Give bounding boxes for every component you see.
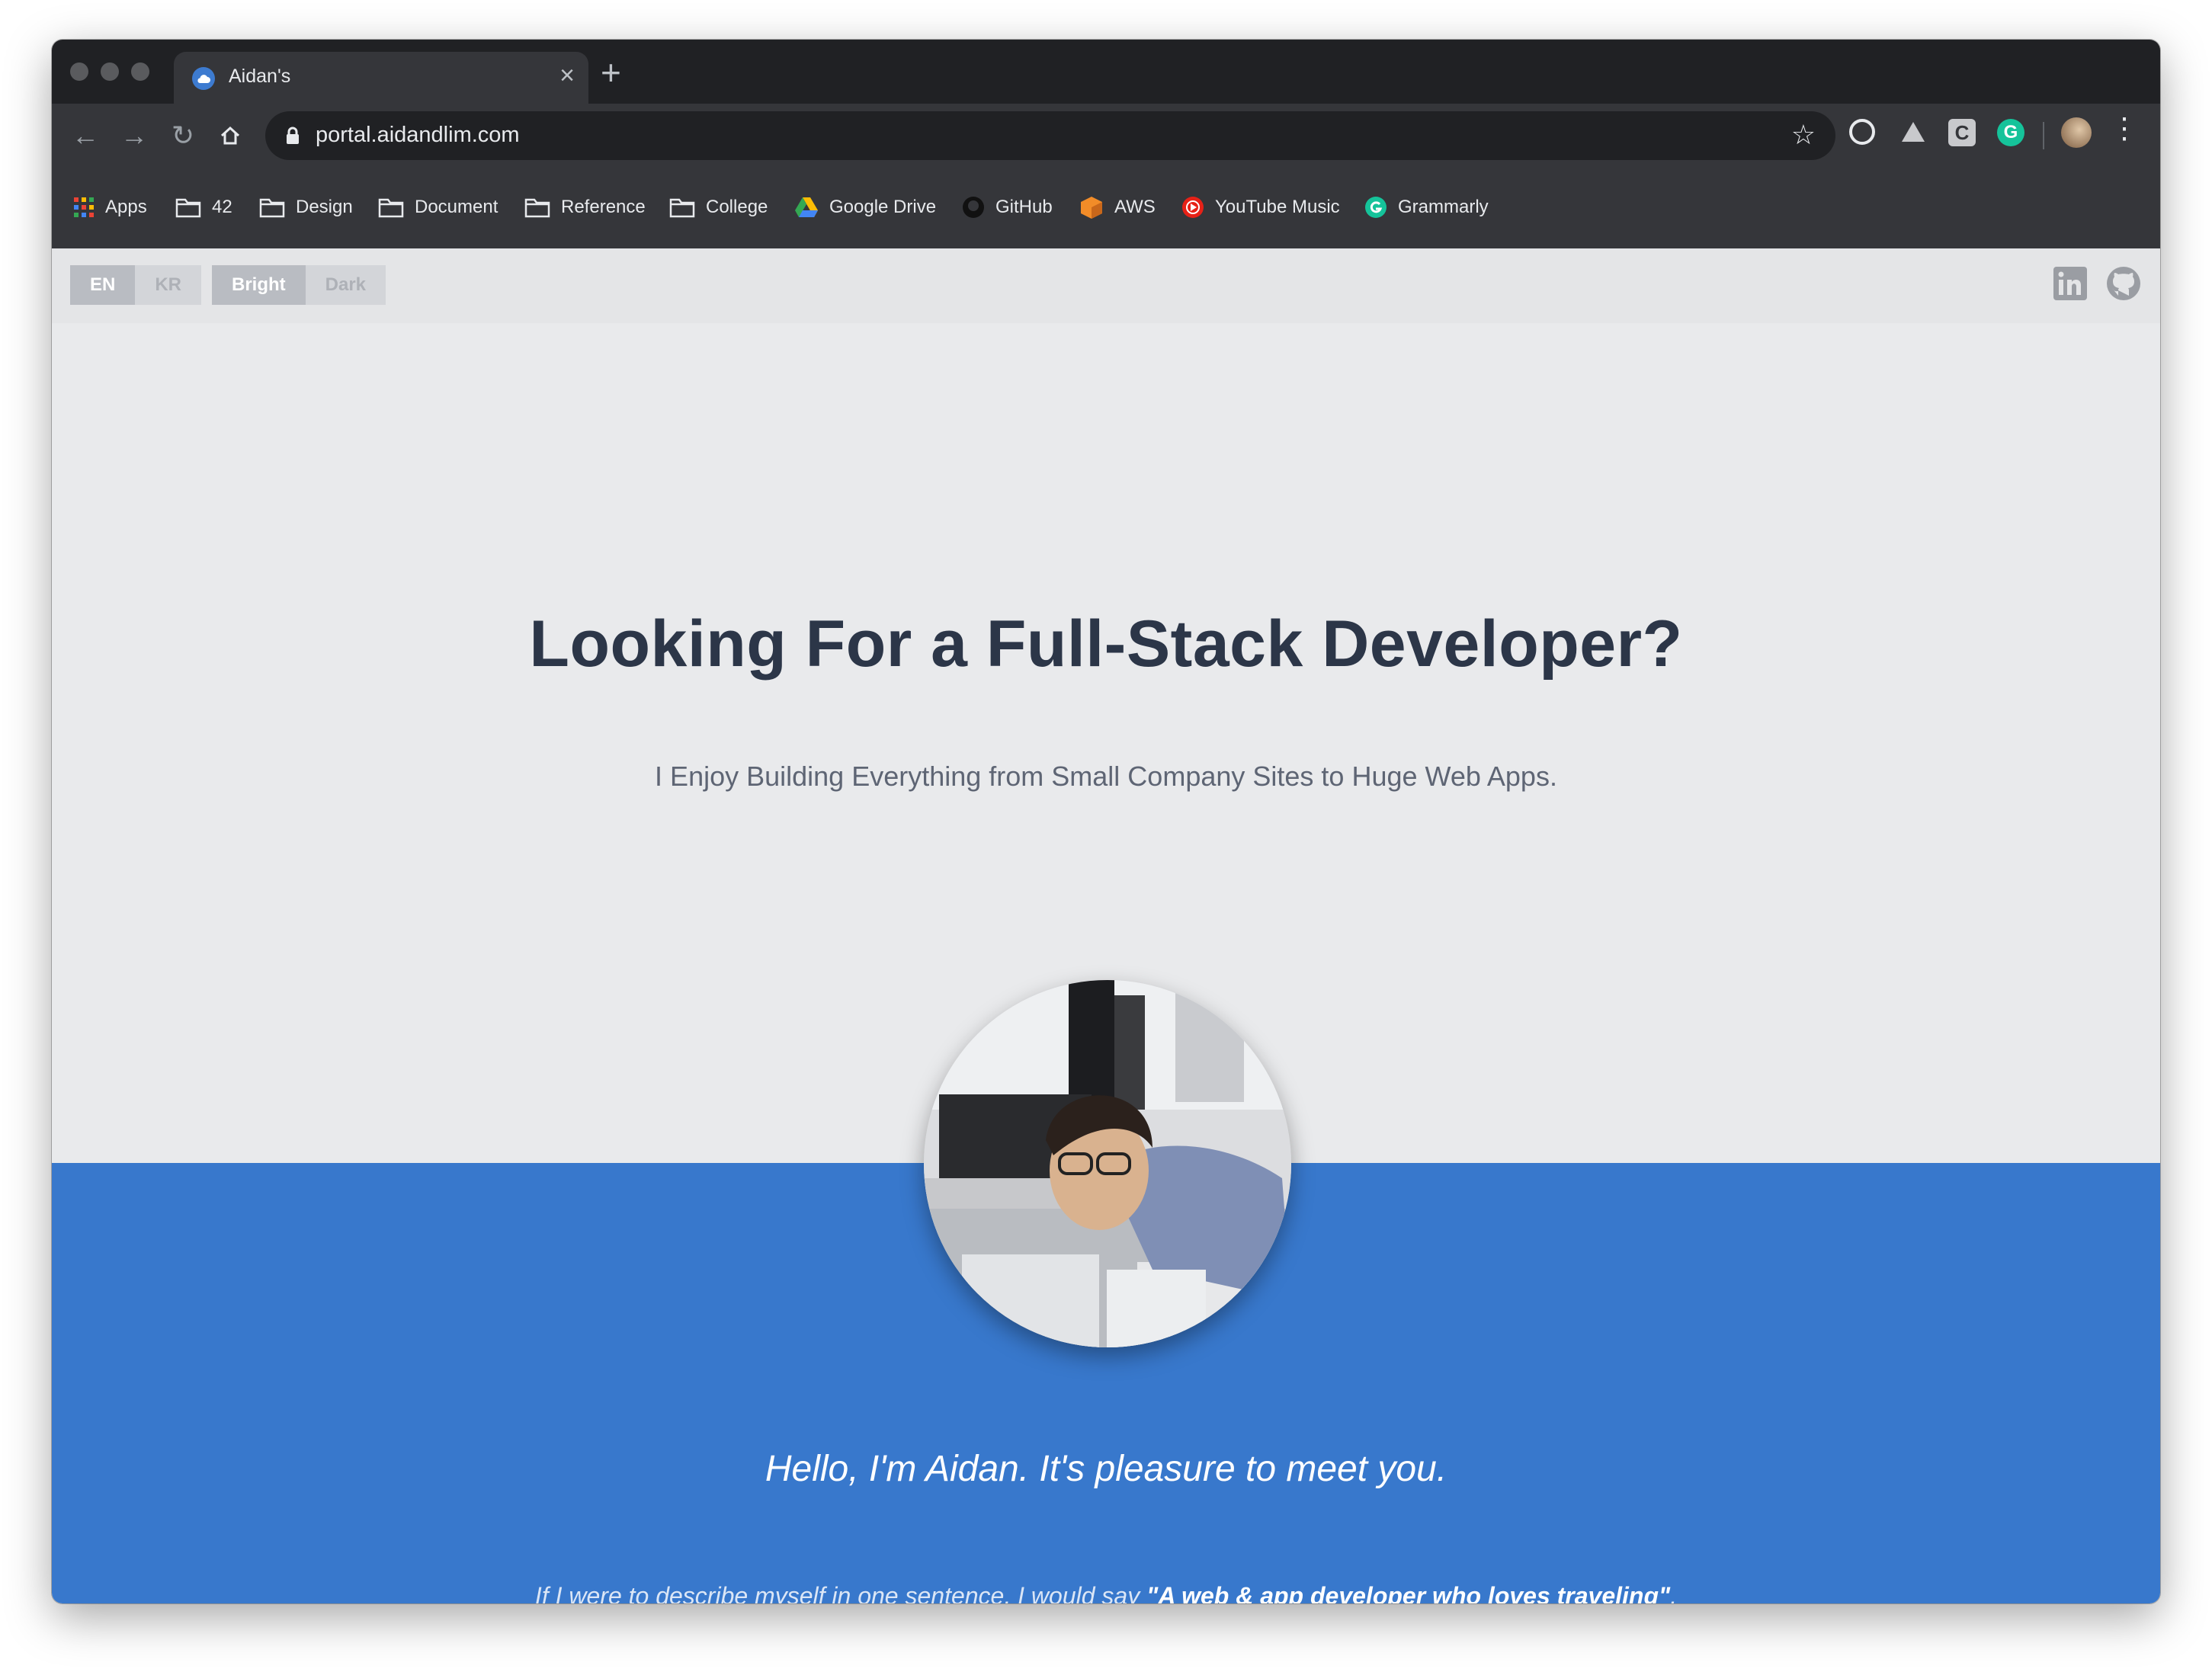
bookmark-label: GitHub [995,197,1053,217]
bookmark-star-icon[interactable]: ☆ [1791,119,1816,151]
aws-icon [1081,197,1102,219]
tagline-text: If I were to describe myself in one sent… [52,1582,2160,1603]
home-icon[interactable] [213,119,247,152]
bookmark-label: 42 [212,197,232,217]
hero-subtitle: I Enjoy Building Everything from Small C… [655,761,1557,792]
folder-icon [259,198,285,218]
reload-icon[interactable]: ↻ [166,119,200,152]
url-text: portal.aidandlim.com [316,123,520,147]
grammarly-extension-icon[interactable]: G [1997,119,2024,146]
page-top-bar: EN KR Bright Dark [52,248,2160,323]
google-drive-icon [795,197,818,217]
apps-grid-icon [74,197,94,217]
hero-title: Looking For a Full-Stack Developer? [529,607,1683,681]
folder-icon [669,198,695,218]
tagline-prefix: If I were to describe myself in one sent… [534,1582,1147,1603]
bookmark-label: Google Drive [829,197,937,217]
greeting-text: Hello, I'm Aidan. It's pleasure to meet … [765,1449,1447,1489]
bookmark-grammarly[interactable]: Grammarly [1364,192,1489,223]
tagline-suffix: . [1670,1582,1678,1603]
bookmark-folder-reference[interactable]: Reference [524,192,646,223]
bookmark-label: AWS [1114,197,1156,217]
toolbar-divider [2043,122,2044,149]
minimize-window-button[interactable] [101,62,119,81]
grammarly-icon [1365,197,1387,218]
c-extension-icon[interactable]: C [1948,119,1976,146]
bookmark-label: College [706,197,768,217]
bookmark-label: YouTube Music [1215,197,1340,217]
maximize-window-button[interactable] [131,62,149,81]
bookmark-label: Document [415,197,499,217]
bookmark-label: Reference [561,197,646,217]
language-kr-button[interactable]: KR [135,265,202,305]
folder-icon [378,198,404,218]
profile-photo [924,980,1291,1347]
bookmark-aws[interactable]: AWS [1079,192,1156,223]
web-page: EN KR Bright Dark Looking For a Full-Sta… [52,248,2160,1603]
theme-dark-button[interactable]: Dark [305,265,386,305]
close-window-button[interactable] [70,62,88,81]
target-extension-icon[interactable] [1849,119,1875,145]
tagline-quote: "A web & app developer who loves traveli… [1146,1582,1671,1603]
folder-icon [524,198,550,218]
theme-bright-button[interactable]: Bright [212,265,306,305]
bookmark-label: Design [296,197,353,217]
bookmark-folder-design[interactable]: Design [259,192,353,223]
folder-icon [175,198,201,218]
tab-title: Aidan's [229,66,291,87]
theme-toggle: Bright Dark [212,265,386,305]
back-arrow-icon[interactable]: ← [69,119,102,152]
bookmark-youtube-music[interactable]: YouTube Music [1181,192,1340,223]
bookmarks-bar: Apps 42 Design Document Reference Colleg… [52,169,2160,248]
linkedin-icon[interactable] [2052,265,2089,302]
browser-menu-icon[interactable]: ⋮ [2110,114,2139,143]
language-en-button[interactable]: EN [70,265,136,305]
drive-extension-icon[interactable] [1899,119,1927,146]
bookmark-github[interactable]: GitHub [962,192,1053,223]
language-toggle: EN KR [70,265,202,305]
browser-window: Aidan's × + ← → ↻ portal.aidandlim.com ☆… [52,40,2160,1603]
github-icon[interactable] [2105,265,2142,302]
lock-icon [287,127,299,144]
bookmark-apps[interactable]: Apps [73,192,147,223]
youtube-music-icon [1182,197,1204,218]
bookmark-label: Grammarly [1398,197,1489,217]
tab-close-icon[interactable]: × [559,62,575,88]
bookmark-label: Apps [105,197,147,217]
cloud-favicon-icon [192,67,215,90]
bookmark-folder-college[interactable]: College [669,192,768,223]
browser-toolbar: ← → ↻ portal.aidandlim.com ☆ C G ⋮ [52,104,2160,169]
bookmark-folder-42[interactable]: 42 [175,192,232,223]
tab-strip: Aidan's × + [52,40,2160,104]
profile-avatar[interactable] [2061,117,2092,148]
bookmark-google-drive[interactable]: Google Drive [794,192,936,223]
address-bar[interactable]: portal.aidandlim.com ☆ [265,111,1835,160]
new-tab-button[interactable]: + [601,55,621,90]
active-tab[interactable]: Aidan's × [174,52,588,104]
bookmark-folder-document[interactable]: Document [378,192,498,223]
github-icon [963,197,984,218]
forward-arrow-icon[interactable]: → [117,119,151,152]
